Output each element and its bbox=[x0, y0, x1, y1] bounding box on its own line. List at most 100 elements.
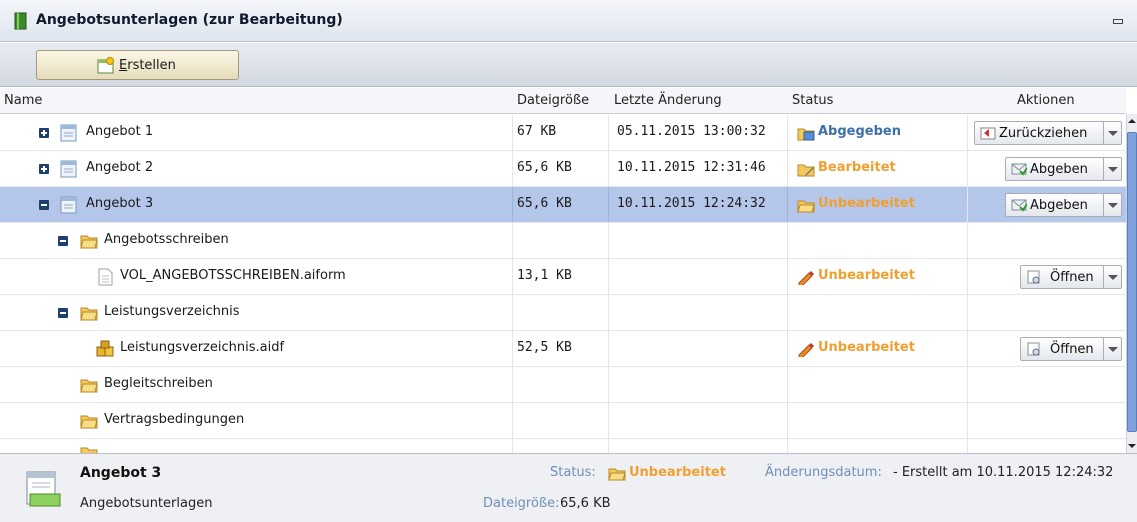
create-button-label: Erstellen bbox=[119, 58, 176, 73]
panel-header: Angebotsunterlagen (zur Bearbeitung) bbox=[0, 0, 1137, 42]
open-button[interactable]: Öffnen bbox=[1020, 337, 1122, 361]
open-dropdown-toggle[interactable] bbox=[1103, 338, 1121, 360]
edit-pencil-icon bbox=[798, 343, 814, 357]
offer-document-icon bbox=[60, 160, 77, 178]
row-name: Begleitschreiben bbox=[104, 376, 213, 391]
table-row-partial[interactable] bbox=[0, 439, 1126, 453]
collapse-toggle[interactable] bbox=[58, 308, 68, 318]
table-header: Name Dateigröße Letzte Änderung Status A… bbox=[0, 88, 1126, 114]
detail-name: Angebot 3 bbox=[80, 465, 162, 481]
collapse-toggle[interactable] bbox=[58, 236, 68, 246]
row-modified: 10.11.2015 12:31:46 bbox=[617, 160, 766, 175]
panel-title: Angebotsunterlagen (zur Bearbeitung) bbox=[36, 12, 343, 28]
minimize-button[interactable] bbox=[1113, 19, 1123, 24]
submitted-folder-icon bbox=[797, 128, 815, 141]
withdraw-icon bbox=[980, 127, 996, 140]
open-button-label: Öffnen bbox=[1050, 342, 1094, 357]
table-row[interactable]: Vertragsbedingungen bbox=[0, 403, 1126, 439]
offer-document-icon bbox=[60, 196, 77, 214]
detail-subtitle: Angebotsunterlagen bbox=[80, 496, 213, 511]
submit-button[interactable]: Abgeben bbox=[1005, 157, 1122, 181]
create-button[interactable]: Erstellen bbox=[36, 50, 239, 80]
expand-toggle[interactable] bbox=[39, 164, 49, 174]
column-header-actions: Aktionen bbox=[1017, 93, 1075, 108]
column-header-modified[interactable]: Letzte Änderung bbox=[614, 93, 722, 108]
folder-icon bbox=[80, 415, 98, 429]
detail-size-label: Dateigröße: bbox=[483, 496, 560, 511]
folder-icon bbox=[80, 447, 98, 453]
row-name: Angebot 2 bbox=[86, 160, 154, 175]
form-file-icon bbox=[98, 268, 113, 286]
row-name: Angebotsschreiben bbox=[104, 232, 229, 247]
scrollbar-thumb[interactable] bbox=[1127, 132, 1137, 432]
row-name: Angebot 1 bbox=[86, 124, 154, 139]
package-file-icon bbox=[96, 340, 114, 357]
row-status: Bearbeitet bbox=[818, 160, 896, 175]
folder-icon bbox=[80, 379, 98, 393]
table-row[interactable]: Angebot 2 65,6 KB 10.11.2015 12:31:46 Be… bbox=[0, 151, 1126, 187]
row-size: 52,5 KB bbox=[517, 340, 572, 355]
submit-envelope-icon bbox=[1011, 163, 1027, 176]
folder-icon bbox=[80, 235, 98, 249]
new-document-icon bbox=[97, 57, 114, 74]
detail-date-label: Änderungsdatum: bbox=[765, 465, 882, 480]
withdraw-dropdown-toggle[interactable] bbox=[1103, 122, 1121, 144]
row-modified: 10.11.2015 12:24:32 bbox=[617, 196, 766, 211]
scroll-down-arrow[interactable] bbox=[1127, 441, 1137, 451]
expand-toggle[interactable] bbox=[39, 128, 49, 138]
collapse-toggle[interactable] bbox=[39, 200, 49, 210]
details-footer: Angebot 3 Angebotsunterlagen Status: Unb… bbox=[0, 453, 1137, 522]
row-name: Angebot 3 bbox=[86, 196, 154, 211]
submit-dropdown-toggle[interactable] bbox=[1103, 158, 1121, 180]
open-folder-icon bbox=[608, 468, 626, 481]
column-header-status[interactable]: Status bbox=[792, 93, 833, 108]
table-row[interactable]: VOL_ANGEBOTSSCHREIBEN.aiform 13,1 KB Unb… bbox=[0, 259, 1126, 295]
detail-date-value: - Erstellt am 10.11.2015 12:24:32 bbox=[893, 465, 1114, 480]
row-name: VOL_ANGEBOTSSCHREIBEN.aiform bbox=[120, 268, 346, 283]
table-row[interactable]: Angebot 1 67 KB 05.11.2015 13:00:32 Abge… bbox=[0, 115, 1126, 151]
submit-dropdown-toggle[interactable] bbox=[1103, 194, 1121, 216]
scroll-up-arrow[interactable] bbox=[1127, 116, 1137, 126]
open-file-icon bbox=[1027, 270, 1040, 284]
detail-status-value: Unbearbeitet bbox=[629, 465, 726, 480]
row-name: Leistungsverzeichnis.aidf bbox=[120, 340, 285, 355]
table-row-selected[interactable]: Angebot 3 65,6 KB 10.11.2015 12:24:32 Un… bbox=[0, 187, 1126, 223]
offer-document-large-icon bbox=[26, 471, 61, 507]
row-status: Unbearbeitet bbox=[818, 268, 915, 283]
row-status: Unbearbeitet bbox=[818, 196, 915, 211]
toolbar: Erstellen bbox=[0, 43, 1137, 87]
row-status: Unbearbeitet bbox=[818, 340, 915, 355]
vertical-scrollbar[interactable] bbox=[1126, 114, 1137, 453]
row-size: 65,6 KB bbox=[517, 196, 572, 211]
edit-pencil-icon bbox=[798, 271, 814, 285]
table-row[interactable]: Leistungsverzeichnis bbox=[0, 295, 1126, 331]
row-status: Abgegeben bbox=[818, 124, 901, 139]
column-header-size[interactable]: Dateigröße bbox=[517, 93, 589, 108]
open-folder-icon bbox=[797, 200, 815, 213]
submit-button[interactable]: Abgeben bbox=[1005, 193, 1122, 217]
row-name: Vertragsbedingungen bbox=[104, 412, 245, 427]
column-header-name[interactable]: Name bbox=[4, 93, 42, 108]
row-name: Leistungsverzeichnis bbox=[104, 304, 240, 319]
row-size: 67 KB bbox=[517, 124, 557, 139]
withdraw-button-label: Zurückziehen bbox=[999, 126, 1088, 141]
open-dropdown-toggle[interactable] bbox=[1103, 266, 1121, 288]
detail-status-label: Status: bbox=[550, 465, 596, 480]
detail-size-value: 65,6 KB bbox=[560, 496, 611, 511]
withdraw-button[interactable]: Zurückziehen bbox=[974, 121, 1122, 145]
table-row[interactable]: Angebotsschreiben bbox=[0, 223, 1126, 259]
file-tree-table: Name Dateigröße Letzte Änderung Status A… bbox=[0, 88, 1126, 453]
submit-envelope-icon bbox=[1011, 199, 1027, 212]
open-button[interactable]: Öffnen bbox=[1020, 265, 1122, 289]
table-row[interactable]: Leistungsverzeichnis.aidf 52,5 KB Unbear… bbox=[0, 331, 1126, 367]
edited-folder-icon bbox=[797, 164, 815, 177]
row-size: 65,6 KB bbox=[517, 160, 572, 175]
open-file-icon bbox=[1027, 342, 1040, 356]
offer-document-icon bbox=[60, 124, 77, 142]
row-size: 13,1 KB bbox=[517, 268, 572, 283]
submit-button-label: Abgeben bbox=[1030, 198, 1088, 213]
submit-button-label: Abgeben bbox=[1030, 162, 1088, 177]
book-icon bbox=[14, 12, 27, 30]
table-row[interactable]: Begleitschreiben bbox=[0, 367, 1126, 403]
folder-icon bbox=[80, 307, 98, 321]
